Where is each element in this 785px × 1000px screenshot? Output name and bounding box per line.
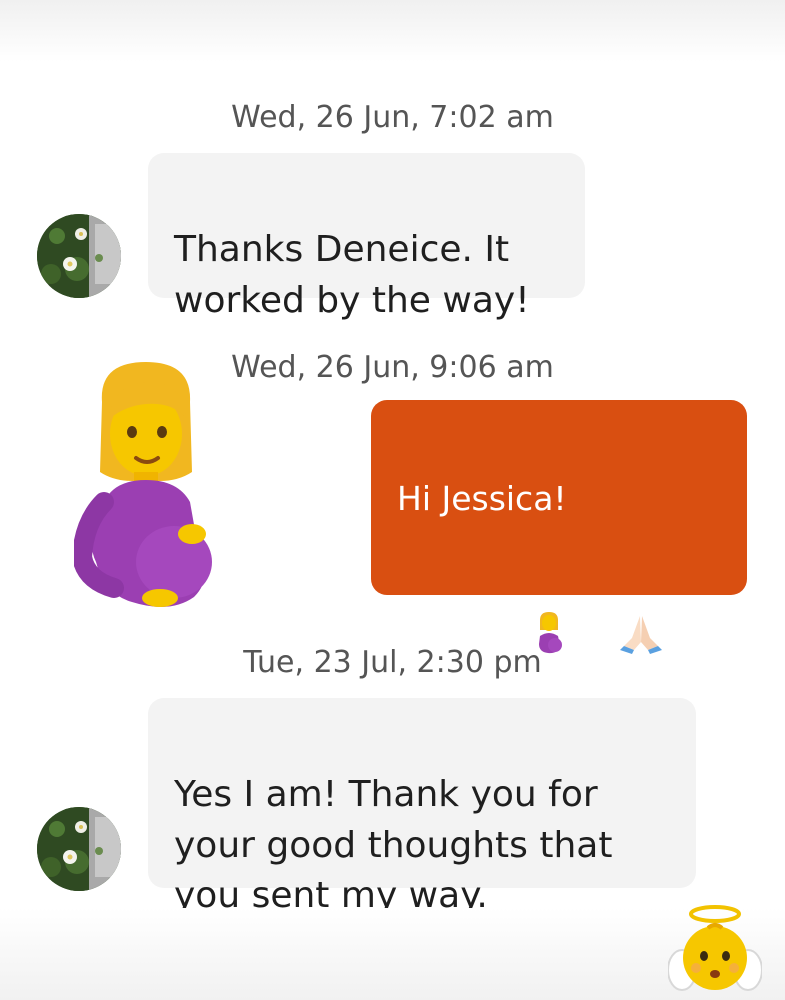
outgoing-message-bubble[interactable]: Hi Jessica! Are you ?? (371, 400, 747, 655)
avatar[interactable] (37, 807, 121, 891)
avatar[interactable] (37, 214, 121, 298)
message-line-greeting: Hi Jessica! (397, 479, 567, 519)
pregnant-woman-emoji (74, 362, 212, 607)
message-text: Thanks Deneice. It worked by the way! (174, 229, 530, 321)
incoming-message-bubble[interactable]: Yes I am! Thank you for your good though… (148, 698, 696, 968)
chat-screen: Wed, 26 Jun, 7:02 am Thanks Deneice. It … (0, 0, 785, 1000)
message-timestamp: Tue, 23 Jul, 2:30 pm (243, 645, 542, 680)
baby-angel-emoji (668, 905, 762, 991)
flower-photo-icon (37, 807, 121, 891)
message-text: Yes I am! Thank you for your good though… (174, 774, 613, 917)
message-timestamp: Wed, 26 Jun, 7:02 am (231, 100, 554, 135)
incoming-message-bubble[interactable]: Thanks Deneice. It worked by the way! (148, 153, 585, 321)
top-fade (0, 0, 785, 62)
flower-photo-icon (37, 214, 121, 298)
